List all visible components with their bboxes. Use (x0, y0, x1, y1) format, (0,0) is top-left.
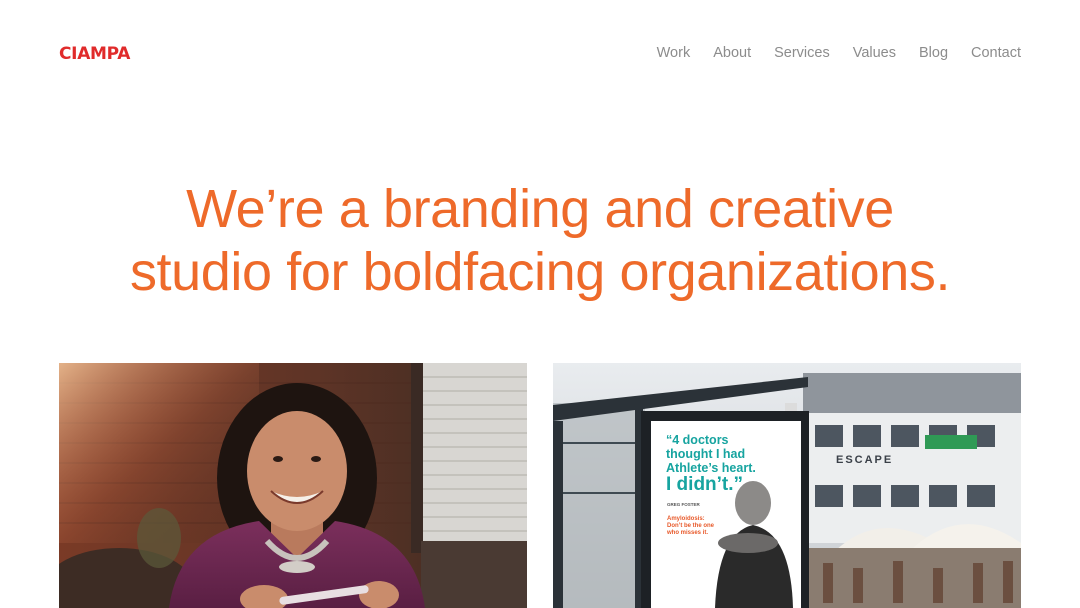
ciampa-logo[interactable]: CIAMPA (59, 44, 130, 64)
hero-headline-line1: We’re a branding and creative (186, 179, 894, 239)
poster-person-name: GREG FOSTER (667, 502, 700, 507)
nav-item-blog[interactable]: Blog (919, 45, 948, 61)
nav-item-work[interactable]: Work (657, 45, 691, 61)
site-header: CIAMPA Work About Services Values Blog C… (0, 0, 1080, 110)
hero-section: We’re a branding and creative studio for… (0, 178, 1080, 304)
nav-item-services[interactable]: Services (774, 45, 830, 61)
poster-quote-line1: “4 doctors (666, 433, 729, 447)
poster-quote-emphasis: I didn’t.” (666, 474, 744, 495)
storefront-sign: ESCAPE (836, 454, 894, 466)
project-card-portrait[interactable] (59, 363, 527, 608)
poster-quote-line3: Athlete’s heart. (666, 461, 756, 475)
poster-quote-line2: thought I had (666, 447, 746, 461)
woman-smiling-photo (59, 363, 527, 608)
poster-tagline-line2: Don’t be the one (667, 523, 714, 529)
poster-tagline-line3: who misses it. (667, 530, 709, 536)
bus-shelter-ad-photo (553, 363, 1021, 608)
main-nav: Work About Services Values Blog Contact (634, 45, 1021, 61)
poster-tagline: Amyloidosis: Don’t be the one who misses… (667, 516, 714, 537)
hero-headline-line2: studio for boldfacing organizations. (129, 242, 951, 302)
nav-item-values[interactable]: Values (853, 45, 896, 61)
poster-quote: “4 doctors thought I had Athlete’s heart… (666, 433, 756, 475)
nav-item-about[interactable]: About (713, 45, 751, 61)
poster-tagline-line1: Amyloidosis: (667, 516, 705, 522)
project-card-bus-shelter[interactable]: “4 doctors thought I had Athlete’s heart… (553, 363, 1021, 608)
nav-item-contact[interactable]: Contact (971, 45, 1021, 61)
hero-headline: We’re a branding and creative studio for… (0, 178, 1080, 304)
